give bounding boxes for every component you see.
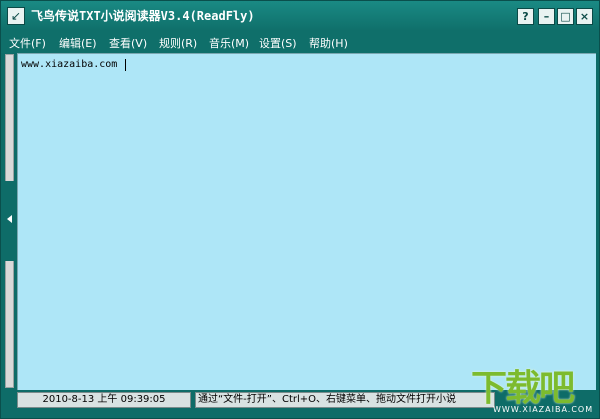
menu-bar: 文件(F) 编辑(E) 查看(V) 规则(R) 音乐(M) 设置(S) 帮助(H… — [1, 31, 599, 53]
text-caret — [125, 59, 126, 71]
menu-settings[interactable]: 设置(S) — [259, 35, 297, 51]
menu-edit[interactable]: 编辑(E) — [59, 35, 97, 51]
watermark: 下载吧 WWW.XIAZAIBA.COM — [471, 359, 599, 419]
window-title: 飞鸟传说TXT小说阅读器V3.4(ReadFly) — [31, 9, 255, 23]
menu-rules[interactable]: 规则(R) — [159, 35, 197, 51]
title-bar[interactable]: ↙ 飞鸟传说TXT小说阅读器V3.4(ReadFly) ? – □ × — [1, 1, 599, 31]
status-hint: 通过“文件-打开”、Ctrl+O、右键菜单、拖动文件打开小说 — [195, 392, 495, 408]
help-button[interactable]: ? — [517, 8, 534, 25]
menu-view[interactable]: 查看(V) — [109, 35, 147, 51]
watermark-url: WWW.XIAZAIBA.COM — [493, 405, 594, 414]
app-window: ↙ 飞鸟传说TXT小说阅读器V3.4(ReadFly) ? – □ × 文件(F… — [0, 0, 600, 419]
menu-file[interactable]: 文件(F) — [9, 35, 46, 51]
reading-area[interactable]: www.xiazaiba.com — [17, 53, 596, 390]
app-icon[interactable]: ↙ — [7, 7, 25, 25]
menu-music[interactable]: 音乐(M) — [209, 35, 249, 51]
minimize-button[interactable]: – — [538, 8, 555, 25]
status-datetime: 2010-8-13 上午 09:39:05 — [17, 392, 191, 408]
watermark-logo: 下载吧 — [471, 368, 575, 409]
maximize-button[interactable]: □ — [557, 8, 574, 25]
menu-help[interactable]: 帮助(H) — [309, 35, 348, 51]
close-button[interactable]: × — [576, 8, 593, 25]
chevron-left-icon — [7, 215, 12, 223]
reading-text: www.xiazaiba.com — [21, 59, 118, 70]
